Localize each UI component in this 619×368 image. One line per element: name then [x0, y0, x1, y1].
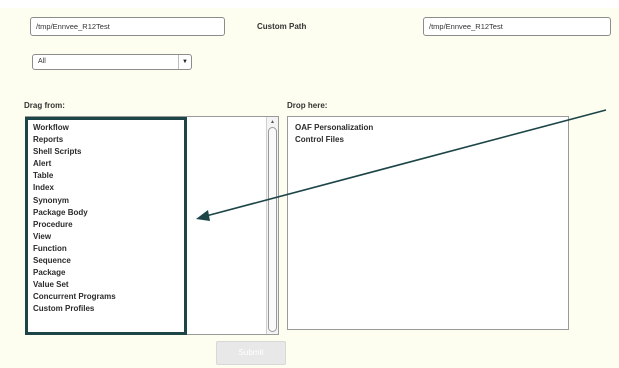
drag-list-item[interactable]: Table: [33, 170, 116, 182]
drag-list-item[interactable]: Reports: [33, 134, 116, 146]
drag-list-item[interactable]: Value Set: [33, 279, 116, 291]
top-bar: [0, 0, 619, 8]
drag-list-item[interactable]: Package: [33, 267, 116, 279]
scroll-up-arrow-icon[interactable]: ▲: [267, 117, 278, 127]
drag-from-label: Drag from:: [24, 101, 65, 110]
drag-list-item[interactable]: Index: [33, 182, 116, 194]
drag-from-list[interactable]: Workflow Reports Shell Scripts Alert Table In…: [25, 116, 279, 335]
path-input[interactable]: [30, 17, 225, 36]
drag-list-item[interactable]: Function: [33, 243, 116, 255]
drag-list-item[interactable]: Shell Scripts: [33, 146, 116, 158]
drag-list-item[interactable]: Alert: [33, 158, 116, 170]
drag-list-item[interactable]: Synonym: [33, 195, 116, 207]
drop-items-container: OAF Personalization Control Files: [295, 122, 373, 146]
drag-list-item[interactable]: Workflow: [33, 122, 116, 134]
drag-list-item[interactable]: Procedure: [33, 219, 116, 231]
chevron-down-icon: ▼: [178, 55, 191, 69]
drop-list-item[interactable]: OAF Personalization: [295, 122, 373, 134]
drag-items-container: Workflow Reports Shell Scripts Alert Table In…: [33, 122, 116, 316]
custom-path-input[interactable]: [423, 17, 611, 36]
drag-list-scrollbar[interactable]: ▲: [266, 117, 278, 334]
custom-path-label: Custom Path: [257, 22, 307, 31]
drag-list-item[interactable]: Custom Profiles: [33, 303, 116, 315]
drag-list-item[interactable]: Sequence: [33, 255, 116, 267]
drop-list-item[interactable]: Control Files: [295, 134, 373, 146]
drag-list-item[interactable]: Package Body: [33, 207, 116, 219]
drag-list-item[interactable]: Concurrent Programs: [33, 291, 116, 303]
filter-select[interactable]: All ▼: [32, 54, 192, 70]
scroll-thumb[interactable]: [268, 127, 277, 332]
drag-list-item[interactable]: View: [33, 231, 116, 243]
drop-here-label: Drop here:: [287, 101, 328, 110]
submit-button[interactable]: Submit: [216, 341, 286, 365]
filter-select-value: All: [38, 58, 46, 65]
drop-here-list[interactable]: OAF Personalization Control Files: [287, 116, 569, 330]
